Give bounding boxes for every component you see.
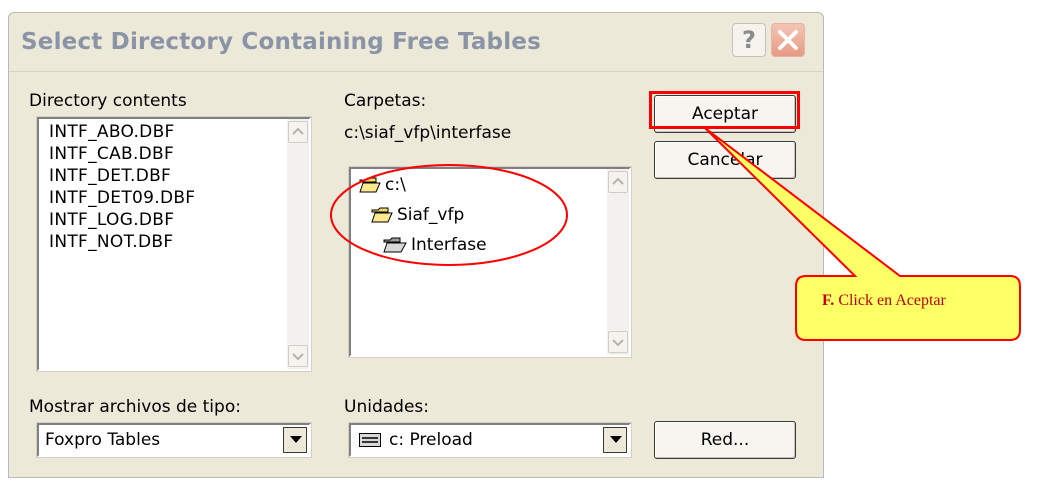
callout-step: F.	[822, 292, 835, 309]
callout-text: F. Click en Aceptar	[822, 292, 946, 310]
callout-balloon	[704, 127, 1021, 341]
callout-instruction: Click en Aceptar	[834, 292, 946, 309]
